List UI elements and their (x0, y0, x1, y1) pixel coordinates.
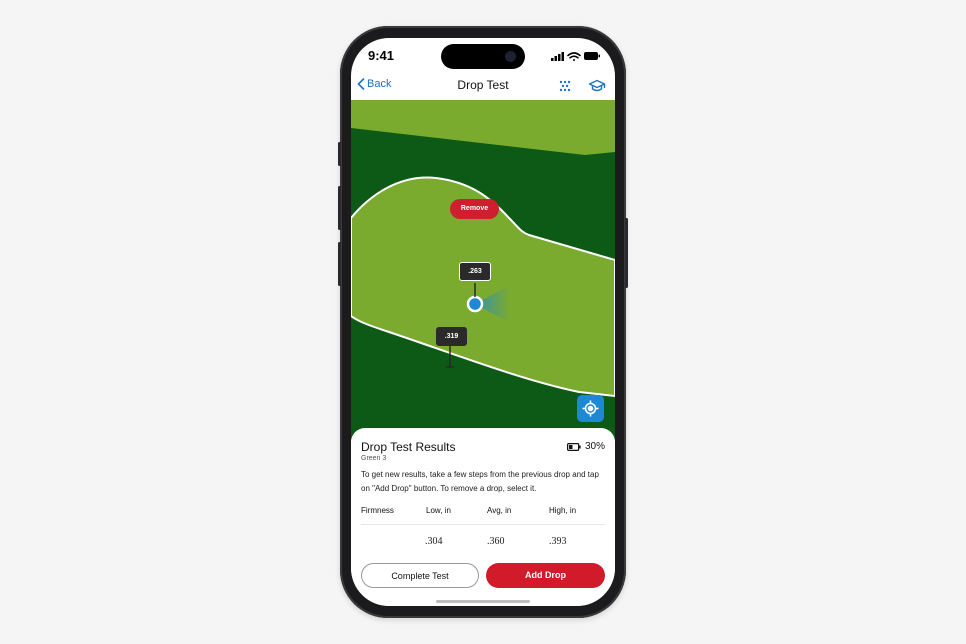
page-title: Drop Test (457, 78, 509, 92)
course-map[interactable]: Remove .263 .319 (351, 100, 615, 440)
results-title: Drop Test Results (361, 440, 456, 454)
complete-test-button[interactable]: Complete Test (361, 563, 479, 588)
battery-percentage: 30% (584, 441, 605, 452)
table-cell: .393 (549, 536, 567, 547)
green-label: Green 3 (361, 455, 387, 462)
power-button (625, 218, 628, 288)
battery-icon (584, 52, 600, 60)
table-cell: .304 (425, 536, 443, 547)
current-location-marker (466, 295, 484, 313)
column-header: High, in (549, 506, 577, 515)
device-battery: 30% (566, 441, 605, 452)
column-header: Low, in (426, 506, 451, 515)
results-table-row: .304 .360 .393 (361, 536, 605, 552)
results-table-header: Firmness Low, in Avg, in High, in (361, 506, 605, 525)
dynamic-island (441, 44, 525, 69)
wifi-icon (567, 52, 581, 61)
status-time: 9:41 (368, 48, 395, 63)
results-sheet: Drop Test Results 30% Green 3 To get new… (351, 428, 615, 606)
volume-up-button (338, 186, 341, 230)
status-icons (551, 49, 601, 67)
crosshair-icon (582, 400, 599, 417)
home-indicator (436, 600, 530, 603)
instructions-text: To get new results, take a few steps fro… (361, 470, 599, 493)
remove-drop-button[interactable]: Remove (450, 199, 499, 219)
volume-down-button (338, 242, 341, 286)
phone-screen: 9:41 Back Drop Test Remove .263 .319 Dro… (351, 38, 615, 606)
drop-pin-selected[interactable]: .263 (459, 262, 491, 281)
action-button (338, 142, 341, 166)
graduation-cap-icon[interactable] (588, 77, 606, 95)
navigation-bar: Back Drop Test (351, 74, 615, 100)
column-header: Firmness (361, 506, 394, 515)
locate-me-button[interactable] (577, 395, 604, 422)
column-header: Avg, in (487, 506, 512, 515)
status-bar: 9:41 (351, 38, 615, 74)
signal-icon (551, 52, 564, 61)
grid-dots-icon[interactable] (556, 77, 574, 95)
add-drop-button[interactable]: Add Drop (486, 563, 605, 588)
battery-icon (566, 442, 581, 451)
table-cell: .360 (487, 536, 505, 547)
drop-pin[interactable]: .319 (436, 327, 467, 346)
camera-icon (505, 51, 516, 62)
drop-pin-value: .263 (459, 262, 491, 281)
drop-pin-value: .319 (436, 327, 467, 346)
